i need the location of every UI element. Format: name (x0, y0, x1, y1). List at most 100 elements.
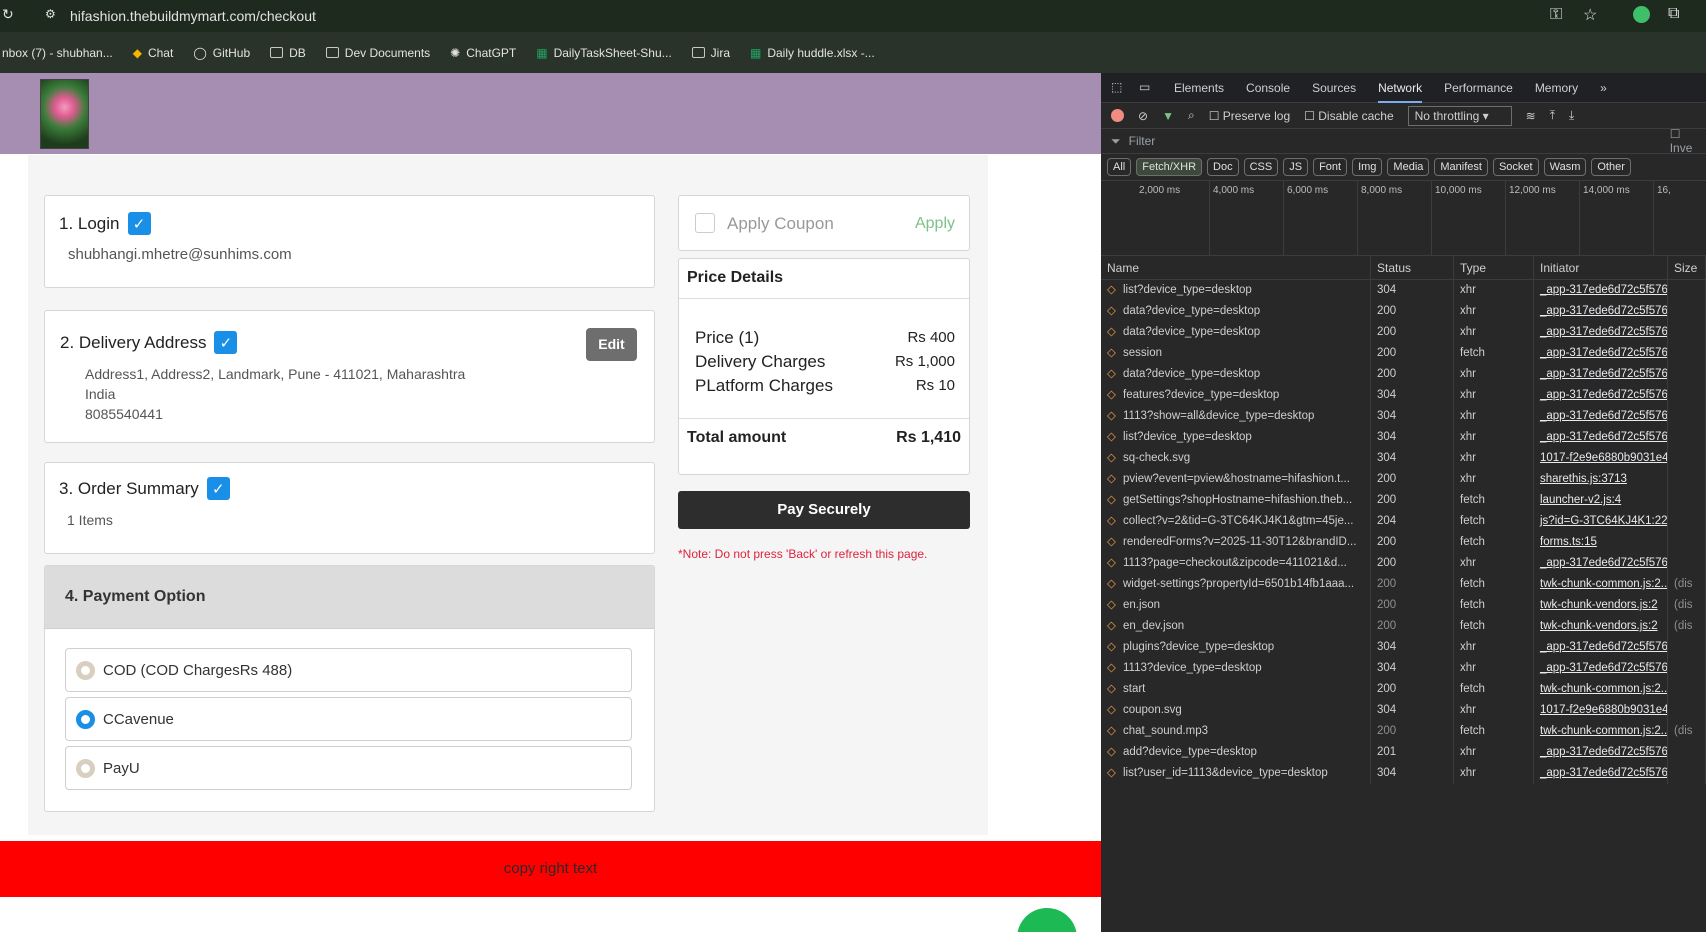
tab-console[interactable]: Console (1246, 73, 1290, 103)
bookmark-dev-documents[interactable]: Dev Documents (325, 46, 430, 60)
bookmark-jira[interactable]: Jira (691, 46, 730, 60)
request-initiator[interactable]: _app-317ede6d72c5f576 (1534, 763, 1668, 784)
request-initiator[interactable]: twk-chunk-common.js:2... (1534, 721, 1668, 742)
request-initiator[interactable]: 1017-f2e9e6880b9031e4 (1534, 448, 1668, 469)
request-row[interactable]: ◇ list?device_type=desktop 304 xhr _app-317e… (1101, 427, 1706, 448)
throttling-select[interactable]: No throttling ▾ (1407, 105, 1512, 126)
chip-css[interactable]: CSS (1243, 158, 1279, 176)
filter-icon[interactable]: ▼ (1162, 109, 1174, 123)
request-row[interactable]: ◇ session 200 fetch _app-317ede6d72c5f576 (1101, 343, 1706, 364)
request-initiator[interactable]: _app-317ede6d72c5f576 (1534, 742, 1668, 763)
request-initiator[interactable]: 1017-f2e9e6880b9031e4 (1534, 700, 1668, 721)
request-row[interactable]: ◇ widget-settings?propertyId=6501b14fb1aa… (1101, 574, 1706, 595)
request-row[interactable]: ◇ features?device_type=desktop 304 xhr _app-… (1101, 385, 1706, 406)
chip-socket[interactable]: Socket (1492, 158, 1539, 176)
request-initiator[interactable]: _app-317ede6d72c5f576 (1534, 364, 1668, 385)
request-initiator[interactable]: sharethis.js:3713 (1534, 469, 1668, 490)
bookmark-inbox[interactable]: nbox (7) - shubhan... (2, 46, 113, 60)
bookmark-chatgpt[interactable]: ✺ ChatGPT (450, 46, 516, 60)
chip-manifest[interactable]: Manifest (1434, 158, 1488, 176)
coupon-card[interactable]: Apply Coupon Apply (678, 195, 970, 251)
request-initiator[interactable]: _app-317ede6d72c5f576 (1534, 637, 1668, 658)
edit-address-button[interactable]: Edit (586, 328, 637, 361)
column-header-status[interactable]: Status (1371, 255, 1454, 280)
request-initiator[interactable]: js?id=G-3TC64KJ4K1:220 (1534, 511, 1668, 532)
request-row[interactable]: ◇ 1113?page=checkout&zipcode=411021&d... 2… (1101, 553, 1706, 574)
chip-all[interactable]: All (1107, 158, 1132, 176)
network-timeline[interactable]: 2,000 ms 4,000 ms 6,000 ms 8,000 ms 10,000 m… (1101, 180, 1706, 256)
chip-img[interactable]: Img (1352, 158, 1383, 176)
network-conditions-icon[interactable]: ≋ (1526, 109, 1536, 123)
request-row[interactable]: ◇ 1113?device_type=desktop 304 xhr _app-317e… (1101, 658, 1706, 679)
more-tabs-icon[interactable]: » (1600, 81, 1607, 95)
key-icon[interactable]: ⚿ (1550, 6, 1562, 24)
request-row[interactable]: ◇ getSettings?shopHostname=hifashion.theb… (1101, 490, 1706, 511)
column-header-name[interactable]: Name (1101, 255, 1371, 280)
bookmark-chat[interactable]: ◆ Chat (133, 46, 174, 60)
request-row[interactable]: ◇ data?device_type=desktop 200 xhr _app-317e… (1101, 301, 1706, 322)
extensions-icon[interactable]: ⧉ (1668, 5, 1679, 23)
chip-wasm[interactable]: Wasm (1543, 158, 1587, 176)
request-row[interactable]: ◇ sq-check.svg 304 xhr 1017-f2e9e6880b9031e4 (1101, 448, 1706, 469)
request-initiator[interactable]: _app-317ede6d72c5f576 (1534, 322, 1668, 343)
invert-checkbox[interactable]: ☐ Inve (1670, 127, 1706, 155)
preserve-log-checkbox[interactable]: ☐ Preserve log (1209, 109, 1290, 123)
chip-doc[interactable]: Doc (1207, 158, 1239, 176)
request-row[interactable]: ◇ data?device_type=desktop 200 xhr _app-317e… (1101, 322, 1706, 343)
bookmark-db[interactable]: DB (270, 46, 306, 60)
request-initiator[interactable]: twk-chunk-vendors.js:2 (1534, 616, 1668, 637)
request-row[interactable]: ◇ en_dev.json 200 fetch twk-chunk-vendors.js… (1101, 616, 1706, 637)
request-initiator[interactable]: twk-chunk-vendors.js:2 (1534, 595, 1668, 616)
filter-input[interactable]: Filter (1129, 134, 1662, 148)
chip-media[interactable]: Media (1387, 158, 1430, 176)
tab-memory[interactable]: Memory (1535, 73, 1578, 103)
bookmark-daily-huddle[interactable]: ▦ Daily huddle.xlsx -... (750, 46, 875, 60)
chat-widget-button[interactable] (1017, 908, 1077, 932)
chip-font[interactable]: Font (1313, 158, 1348, 176)
request-row[interactable]: ◇ coupon.svg 304 xhr 1017-f2e9e6880b9031e4 (1101, 700, 1706, 721)
request-initiator[interactable]: twk-chunk-common.js:2... (1534, 574, 1668, 595)
payment-option-cod[interactable]: COD (COD ChargesRs 488) (65, 648, 632, 692)
request-row[interactable]: ◇ pview?event=pview&hostname=hifashion.t.… (1101, 469, 1706, 490)
request-initiator[interactable]: forms.ts:15 (1534, 532, 1668, 553)
request-row[interactable]: ◇ start 200 fetch twk-chunk-common.js:2... (1101, 679, 1706, 700)
radio-icon[interactable] (76, 660, 95, 680)
chip-other[interactable]: Other (1591, 158, 1631, 176)
profile-icon[interactable] (1633, 6, 1650, 23)
star-icon[interactable]: ☆ (1583, 5, 1597, 25)
request-row[interactable]: ◇ en.json 200 fetch twk-chunk-vendors.js:2 (d… (1101, 595, 1706, 616)
request-initiator[interactable]: launcher-v2.js:4 (1534, 490, 1668, 511)
site-info-icon[interactable]: ⚙ (45, 7, 56, 21)
request-initiator[interactable]: _app-317ede6d72c5f576 (1534, 553, 1668, 574)
clear-icon[interactable]: ⊘ (1138, 109, 1148, 123)
bookmark-github[interactable]: ◯ GitHub (193, 46, 250, 60)
request-initiator[interactable]: _app-317ede6d72c5f576 (1534, 406, 1668, 427)
search-icon[interactable]: ⌕ (1188, 108, 1195, 123)
download-icon[interactable]: ⤓ (1569, 108, 1574, 123)
request-row[interactable]: ◇ list?device_type=desktop 304 xhr _app-317e… (1101, 280, 1706, 301)
record-icon[interactable] (1111, 109, 1124, 122)
request-row[interactable]: ◇ collect?v=2&tid=G-3TC64KJ4K1&gtm=45je..… (1101, 511, 1706, 532)
request-row[interactable]: ◇ plugins?device_type=desktop 304 xhr _app-3… (1101, 637, 1706, 658)
pay-securely-button[interactable]: Pay Securely (678, 491, 970, 529)
request-initiator[interactable]: _app-317ede6d72c5f576 (1534, 385, 1668, 406)
radio-selected-icon[interactable] (76, 709, 95, 729)
upload-icon[interactable]: ⤒ (1550, 108, 1555, 123)
request-row[interactable]: ◇ add?device_type=desktop 201 xhr _app-317ed… (1101, 742, 1706, 763)
request-initiator[interactable]: _app-317ede6d72c5f576 (1534, 658, 1668, 679)
site-logo[interactable] (40, 79, 89, 149)
tab-network[interactable]: Network (1378, 73, 1423, 103)
inspect-icon[interactable]: ⬚ (1111, 80, 1122, 94)
request-initiator[interactable]: _app-317ede6d72c5f576 (1534, 343, 1668, 364)
column-header-initiator[interactable]: Initiator (1534, 255, 1668, 280)
chip-fetchxhr[interactable]: Fetch/XHR (1136, 158, 1203, 176)
address-bar[interactable]: hifashion.thebuildmymart.com/checkout (70, 8, 316, 24)
request-initiator[interactable]: _app-317ede6d72c5f576 (1534, 280, 1668, 301)
radio-icon[interactable] (76, 758, 95, 778)
payment-option-ccavenue[interactable]: CCavenue (65, 697, 632, 741)
tab-elements[interactable]: Elements (1174, 73, 1224, 103)
request-row[interactable]: ◇ data?device_type=desktop 200 xhr _app-317e… (1101, 364, 1706, 385)
device-toolbar-icon[interactable]: ▭ (1139, 80, 1150, 94)
payment-option-payu[interactable]: PayU (65, 746, 632, 790)
request-initiator[interactable]: twk-chunk-common.js:2... (1534, 679, 1668, 700)
